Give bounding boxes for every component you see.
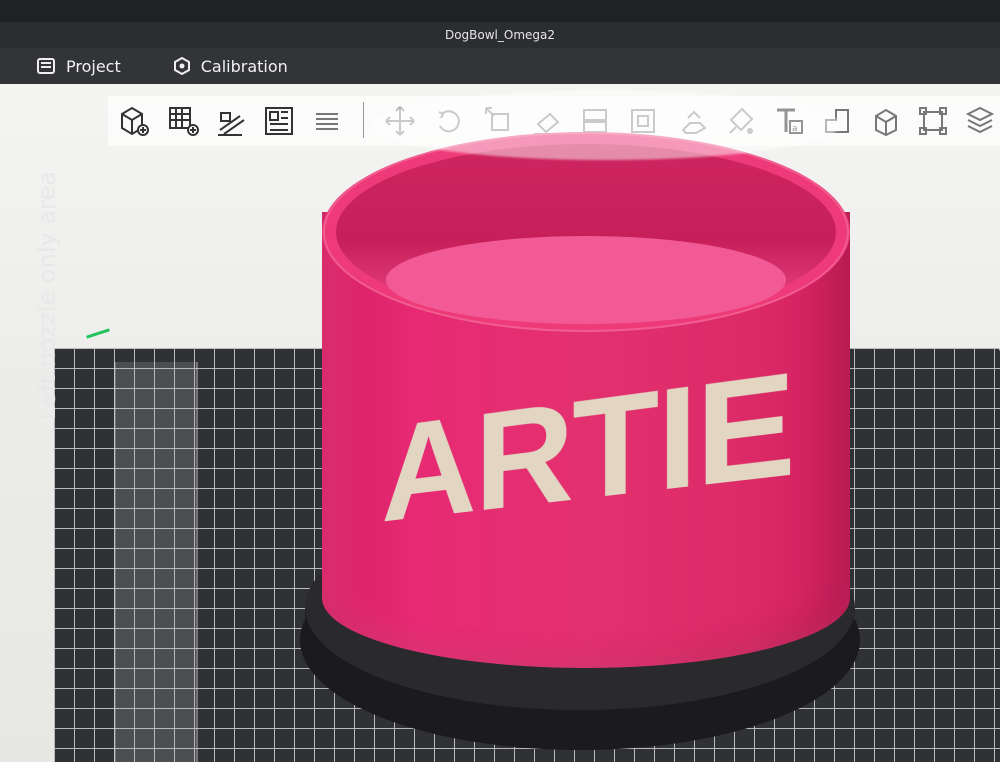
project-menu-label: Project: [66, 57, 121, 76]
screen: DogBowl_Omega2 Project Calibration a Lef…: [0, 0, 1000, 762]
box-icon[interactable]: [866, 102, 904, 140]
calibration-menu-label: Calibration: [201, 57, 288, 76]
window-title: DogBowl_Omega2: [445, 28, 555, 42]
auto-arrange-icon[interactable]: [212, 102, 250, 140]
add-grid-icon[interactable]: [164, 102, 202, 140]
frame-icon[interactable]: [914, 102, 952, 140]
monitor-bezel: [0, 0, 1000, 22]
slice-icon[interactable]: [960, 102, 998, 140]
window-title-bar: DogBowl_Omega2: [0, 22, 1000, 48]
add-cube-icon[interactable]: [114, 102, 152, 140]
layers-icon[interactable]: [308, 102, 346, 140]
calibration-icon: [173, 57, 191, 75]
screen-glare: [370, 90, 840, 160]
layout-icon[interactable]: [260, 102, 298, 140]
left-nozzle-only-label: Left nozzle only area: [33, 171, 61, 420]
left-nozzle-only-area: [114, 362, 198, 762]
project-icon: [36, 56, 56, 76]
calibration-menu-item[interactable]: Calibration: [173, 57, 288, 76]
pink-bowl-rim-line: [323, 132, 849, 332]
project-menu-item[interactable]: Project: [36, 56, 121, 76]
menu-bar: Project Calibration: [0, 48, 1000, 84]
toolbar-divider: [363, 102, 364, 138]
